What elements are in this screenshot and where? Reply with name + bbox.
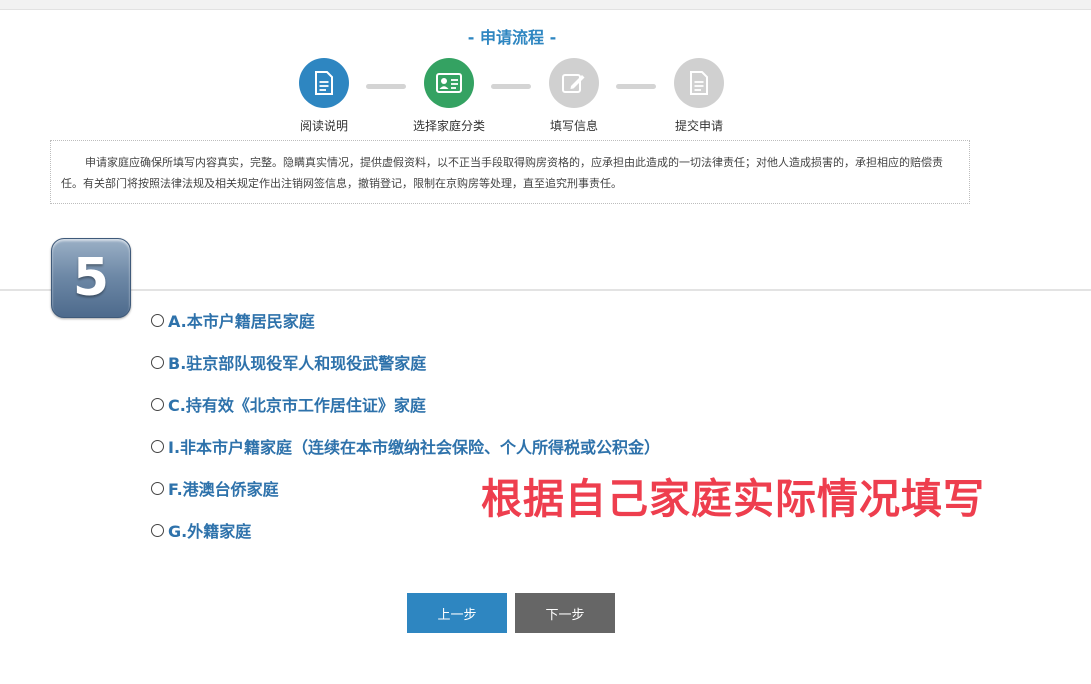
- step-select-family-type: 选择家庭分类: [399, 58, 499, 134]
- prev-step-button[interactable]: 上一步: [407, 593, 507, 633]
- id-card-icon: [424, 58, 474, 108]
- document-icon: [674, 58, 724, 108]
- document-icon: [299, 58, 349, 108]
- option-label: F.港澳台侨家庭: [168, 480, 279, 499]
- notice-text: 申请家庭应确保所填写内容真实，完整。隐瞒真实情况，提供虚假资料，以不正当手段取得…: [50, 140, 970, 204]
- option-hk-macao-taiwan[interactable]: F.港澳台侨家庭: [151, 476, 279, 500]
- option-military[interactable]: B.驻京部队现役军人和现役武警家庭: [151, 350, 426, 374]
- option-label: C.持有效《北京市工作居住证》家庭: [168, 396, 426, 415]
- step-number-badge: 5: [51, 238, 131, 318]
- divider: [0, 289, 1091, 291]
- option-work-residence-permit[interactable]: C.持有效《北京市工作居住证》家庭: [151, 392, 426, 416]
- step-read-instructions: 阅读说明: [274, 58, 374, 134]
- annotation-text: 根据自己家庭实际情况填写: [481, 475, 985, 523]
- step-label: 提交申请: [674, 119, 723, 133]
- section-title: - 申请流程 -: [467, 28, 557, 47]
- radio-button[interactable]: [151, 439, 164, 453]
- top-border: [0, 0, 1091, 10]
- radio-button[interactable]: [151, 355, 164, 369]
- radio-button[interactable]: [151, 481, 164, 495]
- step-label: 填写信息: [549, 119, 598, 133]
- next-step-button[interactable]: 下一步: [515, 593, 615, 633]
- radio-button[interactable]: [151, 523, 164, 537]
- option-non-local-hukou[interactable]: I.非本市户籍家庭（连续在本市缴纳社会保险、个人所得税或公积金）: [151, 434, 660, 458]
- radio-button[interactable]: [151, 313, 164, 327]
- option-label: G.外籍家庭: [168, 522, 252, 541]
- step-label: 阅读说明: [299, 119, 348, 133]
- option-foreign[interactable]: G.外籍家庭: [151, 518, 251, 542]
- edit-icon: [549, 58, 599, 108]
- step-submit: 提交申请: [649, 58, 749, 134]
- step-label: 选择家庭分类: [412, 119, 485, 133]
- option-label: A.本市户籍居民家庭: [168, 312, 315, 331]
- option-local-hukou[interactable]: A.本市户籍居民家庭: [151, 308, 315, 332]
- radio-button[interactable]: [151, 397, 164, 411]
- option-label: B.驻京部队现役军人和现役武警家庭: [168, 354, 427, 373]
- step-fill-info: 填写信息: [524, 58, 624, 134]
- option-label: I.非本市户籍家庭（连续在本市缴纳社会保险、个人所得税或公积金）: [168, 438, 661, 457]
